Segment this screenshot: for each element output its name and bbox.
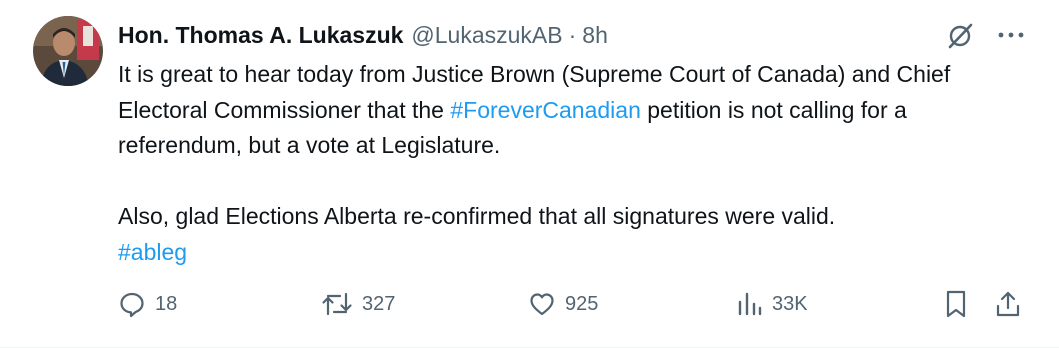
tweet-text-part: Also, glad Elections Alberta re-confirme…: [118, 203, 836, 229]
share-icon: [996, 291, 1020, 317]
reply-icon: [120, 292, 144, 318]
repost-button[interactable]: 327: [321, 286, 395, 322]
author-name[interactable]: Hon. Thomas A. Lukaszuk: [118, 22, 403, 49]
hashtag-ableg[interactable]: #ableg: [118, 239, 187, 265]
tweet-card[interactable]: Hon. Thomas A. Lukaszuk @LukaszukAB · 8h…: [0, 0, 1059, 348]
share-button[interactable]: [993, 286, 1023, 322]
repost-icon: [322, 292, 352, 316]
like-count: 925: [565, 292, 599, 315]
like-button[interactable]: 925: [528, 286, 598, 322]
tweet-text: It is great to hear today from Justice B…: [118, 57, 1028, 270]
author-handle[interactable]: @LukaszukAB: [411, 22, 562, 49]
post-time[interactable]: 8h: [582, 22, 608, 49]
tweet-paragraph-1: It is great to hear today from Justice B…: [118, 57, 1028, 164]
like-icon: [530, 293, 554, 316]
hashtag-forevercanadian[interactable]: #ForeverCanadian: [450, 97, 641, 123]
grok-icon[interactable]: [945, 20, 975, 50]
reply-button[interactable]: 18: [118, 286, 177, 322]
action-bar: 18 327 925 33K: [118, 286, 1024, 322]
repost-count: 327: [362, 292, 396, 315]
views-icon: [738, 292, 762, 316]
reply-count: 18: [155, 292, 178, 315]
top-right-controls: [945, 20, 1025, 50]
bookmark-button[interactable]: [942, 286, 970, 322]
tweet-paragraph-2: Also, glad Elections Alberta re-confirme…: [118, 199, 1028, 270]
views-count: 33K: [772, 292, 808, 315]
more-icon[interactable]: [997, 30, 1025, 40]
tweet-header: Hon. Thomas A. Lukaszuk @LukaszukAB · 8h: [118, 20, 608, 50]
views-button[interactable]: 33K: [737, 286, 808, 322]
avatar-image: [33, 16, 103, 86]
avatar[interactable]: [33, 16, 103, 86]
separator-dot: ·: [568, 21, 577, 48]
bookmark-icon: [946, 290, 966, 318]
